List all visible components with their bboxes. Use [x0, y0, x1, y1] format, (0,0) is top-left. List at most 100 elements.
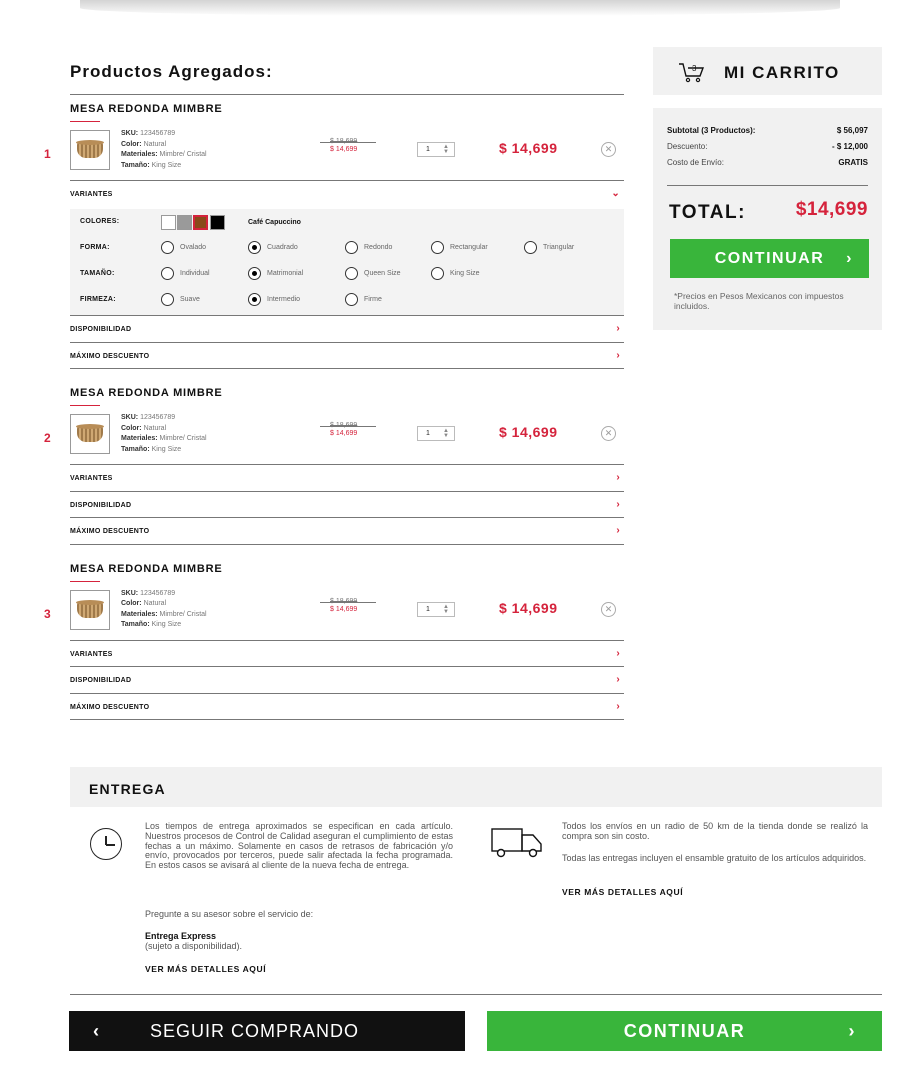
- chevron-right-icon: ›: [616, 700, 620, 712]
- cart-title: MI CARRITO: [724, 63, 840, 82]
- accordion-disponibilidad[interactable]: DISPONIBILIDAD ›: [70, 492, 624, 518]
- variant-forma: FORMA: Ovalado Cuadrado Redondo Rectangu…: [70, 235, 624, 261]
- chevron-right-icon: ›: [616, 674, 620, 685]
- quantity-stepper[interactable]: 1 ▲ ▼: [417, 142, 455, 157]
- products-column: Productos Agregados: MESA REDONDA MIMBRE…: [44, 60, 624, 720]
- discount-row: Descuento: - $ 12,000: [667, 142, 868, 151]
- top-shadow: [80, 0, 840, 16]
- selected-color-name: Café Capuccino: [248, 219, 301, 226]
- discount-price: $ 14,699: [330, 430, 358, 437]
- variant-colors: COLORES: Café Capuccino: [70, 209, 624, 235]
- discount-price: $ 14,699: [330, 146, 358, 153]
- accordion-maximo-descuento[interactable]: MÁXIMO DESCUENTO ›: [70, 343, 624, 369]
- product-row: 3 SKU: 123456789 Color: Natural Material…: [44, 582, 624, 641]
- delivery-text-assembly: Todas las entregas incluyen el ensamble …: [562, 853, 867, 863]
- product-thumbnail[interactable]: [70, 589, 110, 630]
- remove-icon[interactable]: ✕: [601, 142, 616, 157]
- svg-text:3: 3: [692, 64, 697, 73]
- page-title: Productos Agregados:: [70, 60, 624, 95]
- old-price: $ 18,699: [330, 597, 358, 605]
- chevron-right-icon: ›: [848, 1021, 856, 1041]
- radio-tamano[interactable]: Matrimonial: [248, 267, 303, 280]
- product-price: $ 14,699: [499, 424, 558, 440]
- truck-icon: [491, 828, 542, 858]
- accordion-variantes[interactable]: VARIANTES ›: [70, 641, 624, 667]
- checkout-continue-button[interactable]: CONTINUAR ›: [487, 1011, 882, 1051]
- product-thumbnail[interactable]: [70, 414, 110, 454]
- radio-firmeza[interactable]: Suave: [161, 293, 200, 306]
- continue-shopping-button[interactable]: ‹ SEGUIR COMPRANDO: [69, 1011, 465, 1051]
- delivery-text-ask: Pregunte a su asesor sobre el servicio d…: [145, 909, 314, 919]
- bottom-divider: [70, 994, 882, 995]
- radio-forma[interactable]: Cuadrado: [248, 241, 298, 254]
- radio-forma[interactable]: Triangular: [524, 241, 574, 254]
- old-price: $ 18,699: [330, 138, 358, 145]
- product-name: MESA REDONDA MIMBRE: [70, 103, 223, 115]
- chevron-right-icon: ›: [616, 647, 620, 659]
- variant-tamano: TAMAÑO: Individual Matrimonial Queen Siz…: [70, 261, 624, 287]
- delivery-text-free: Todos los envíos en un radio de 50 km de…: [562, 821, 868, 841]
- swatch-white[interactable]: [161, 215, 176, 230]
- discount-price: $ 14,699: [330, 605, 358, 613]
- radio-forma[interactable]: Rectangular: [431, 241, 488, 254]
- quantity-stepper[interactable]: 1 ▲ ▼: [417, 601, 455, 617]
- total-value: $14,699: [795, 199, 868, 220]
- swatch-grey[interactable]: [177, 215, 192, 230]
- stepper-arrows-icon: ▲ ▼: [443, 603, 449, 615]
- chevron-right-icon: ›: [616, 472, 620, 483]
- subtotal-row: Subtotal (3 Productos): $ 56,097: [667, 126, 868, 135]
- radio-firmeza[interactable]: Firme: [345, 293, 382, 306]
- product-row: 1 SKU: 123456789 Color: Natural Material…: [44, 122, 624, 181]
- accordion-variantes[interactable]: VARIANTES ›: [70, 465, 624, 492]
- variants-panel: COLORES: Café Capuccino FORMA: Ovalado C…: [70, 209, 624, 316]
- accordion-maximo-descuento[interactable]: MÁXIMO DESCUENTO ›: [70, 518, 624, 545]
- accordion-variantes[interactable]: VARIANTES ⌄: [70, 181, 624, 209]
- swatch-brown[interactable]: [193, 215, 208, 230]
- total-label: TOTAL:: [669, 202, 746, 223]
- cart-continue-button[interactable]: CONTINUAR ›: [670, 239, 869, 278]
- quantity-stepper[interactable]: 1 ▲ ▼: [417, 426, 455, 441]
- cart-header: 3 MI CARRITO: [653, 47, 882, 95]
- chevron-right-icon: ›: [846, 250, 853, 267]
- remove-icon[interactable]: ✕: [601, 601, 616, 617]
- delivery-header: ENTREGA: [70, 767, 882, 807]
- clock-icon: [90, 828, 122, 860]
- chevron-right-icon: ›: [616, 349, 620, 361]
- chevron-left-icon: ‹: [93, 1021, 100, 1041]
- variant-firmeza: FIRMEZA: Suave Intermedio Firme: [70, 287, 624, 313]
- radio-forma[interactable]: Redondo: [345, 241, 392, 254]
- product-thumbnail[interactable]: [70, 130, 110, 170]
- product-item: MESA REDONDA MIMBRE 2 SKU: 123456789 Col…: [44, 387, 624, 545]
- chevron-right-icon: ›: [616, 323, 620, 334]
- remove-icon[interactable]: ✕: [601, 426, 616, 441]
- stepper-arrows-icon: ▲ ▼: [443, 144, 449, 155]
- product-meta: SKU: 123456789 Color: Natural Materiales…: [121, 130, 207, 169]
- cart-icon: 3: [679, 63, 705, 83]
- shipping-row: Costo de Envío: GRATIS: [667, 158, 868, 167]
- details-link-right[interactable]: VER MÁS DETALLES AQUÍ: [562, 887, 683, 897]
- product-price: $ 14,699: [499, 599, 558, 616]
- delivery-title: ENTREGA: [89, 781, 166, 797]
- product-price: $ 14,699: [499, 140, 558, 156]
- product-item: MESA REDONDA MIMBRE 3 SKU: 123456789 Col…: [44, 562, 624, 720]
- radio-tamano[interactable]: Individual: [161, 267, 210, 280]
- accordion-disponibilidad[interactable]: DISPONIBILIDAD ›: [70, 316, 624, 343]
- chevron-down-icon: ⌄: [611, 188, 620, 199]
- radio-tamano[interactable]: Queen Size: [345, 267, 401, 280]
- product-name: MESA REDONDA MIMBRE: [70, 562, 223, 575]
- product-index: 1: [44, 147, 51, 161]
- radio-firmeza[interactable]: Intermedio: [248, 293, 300, 306]
- radio-tamano[interactable]: King Size: [431, 267, 480, 280]
- express-subtitle: (sujeto a disponibilidad).: [145, 941, 243, 951]
- swatch-black[interactable]: [210, 215, 225, 230]
- details-link-left[interactable]: VER MÁS DETALLES AQUÍ: [145, 964, 266, 974]
- cart-summary: Subtotal (3 Productos): $ 56,097 Descuent…: [653, 108, 882, 330]
- radio-forma[interactable]: Ovalado: [161, 241, 206, 254]
- accordion-maximo-descuento[interactable]: MÁXIMO DESCUENTO ›: [70, 694, 624, 720]
- stepper-arrows-icon: ▲ ▼: [443, 428, 449, 439]
- accordion-disponibilidad[interactable]: DISPONIBILIDAD ›: [70, 667, 624, 694]
- product-meta: SKU: 123456789 Color: Natural Materiales…: [121, 589, 207, 629]
- product-name: MESA REDONDA MIMBRE: [70, 387, 223, 399]
- product-item: MESA REDONDA MIMBRE 1 SKU: 123456789 Col…: [44, 103, 624, 369]
- delivery-text-times: Los tiempos de entrega aproximados se es…: [145, 821, 453, 871]
